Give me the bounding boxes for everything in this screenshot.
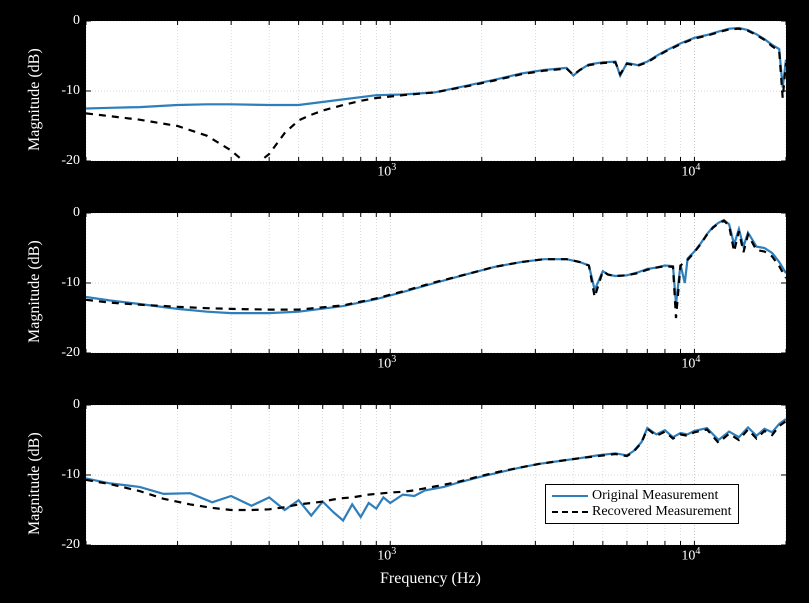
ytick: -10 [50,275,80,291]
chart-panel-2 [85,212,787,354]
legend-label-recovered: Recovered Measurement [592,504,732,520]
legend-line-original [552,495,588,497]
ytick: 0 [55,397,80,413]
xtick: 103 [377,162,396,181]
legend-label-original: Original Measurement [592,488,718,504]
ylabel-3: Magnitude (dB) [26,415,44,535]
ytick: 0 [55,13,80,29]
ytick: -20 [50,345,80,361]
legend: Original Measurement Recovered Measureme… [545,484,739,524]
ytick: 0 [55,205,80,221]
ylabel-2: Magnitude (dB) [26,223,44,343]
ytick: -20 [50,153,80,169]
ylabel-1: Magnitude (dB) [26,31,44,151]
xtick: 103 [377,354,396,373]
ytick: -10 [50,83,80,99]
xtick: 104 [681,162,700,181]
xtick: 104 [681,546,700,565]
ytick: -10 [50,467,80,483]
xtick: 103 [377,546,396,565]
xtick: 104 [681,354,700,373]
chart-panel-3 [85,404,787,546]
legend-line-recovered [552,511,588,513]
chart-panel-1 [85,20,787,162]
xlabel: Frequency (Hz) [380,570,481,588]
ytick: -20 [50,537,80,553]
